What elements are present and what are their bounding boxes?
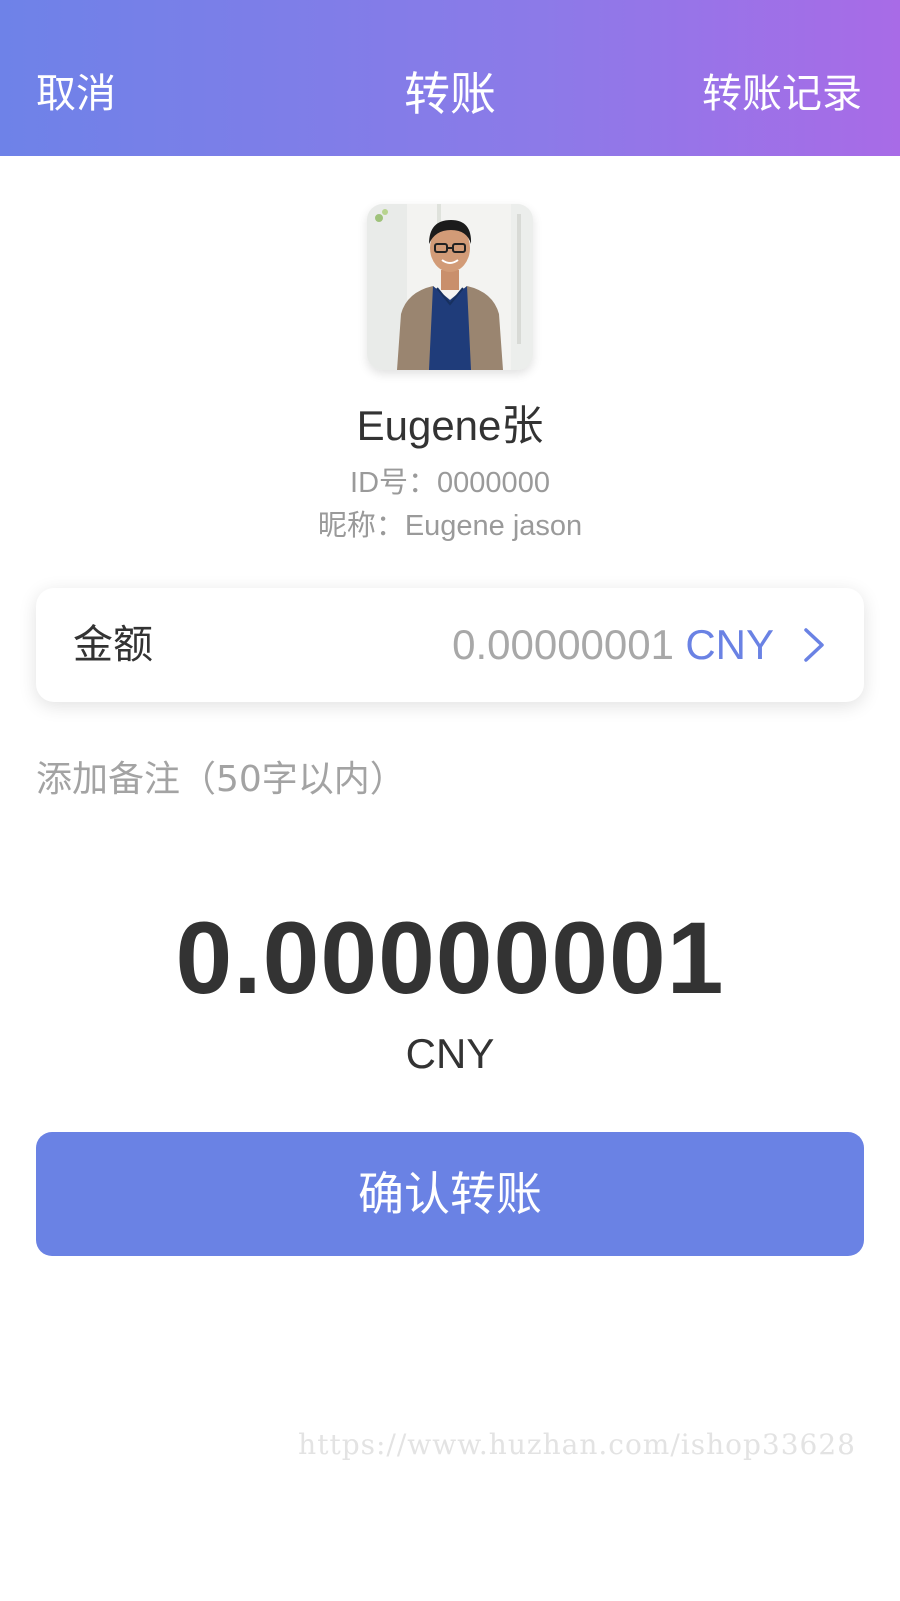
- transfer-currency-display: CNY: [405, 1030, 495, 1077]
- remark-input[interactable]: 添加备注（50字以内）: [36, 750, 406, 802]
- header-bar: 取消 转账 转账记录: [0, 0, 900, 156]
- amount-value: 0.00000001: [452, 621, 674, 668]
- recipient-id: ID号：0000000: [350, 467, 550, 499]
- transfer-history-button[interactable]: 转账记录: [702, 0, 862, 156]
- person-photo: [367, 204, 533, 370]
- recipient-name: Eugene张: [356, 402, 544, 449]
- transfer-screen: 取消 转账 转账记录 Eugene张 ID号：0000000 昵称：Eugene…: [0, 0, 900, 1601]
- transfer-amount-display: 0.00000001: [175, 901, 725, 1015]
- confirm-transfer-button[interactable]: 确认转账: [36, 1132, 864, 1256]
- recipient-nickname: 昵称：Eugene jason: [317, 510, 583, 542]
- amount-selector[interactable]: 金额 0.00000001 CNY: [36, 588, 864, 702]
- currency-label: CNY: [685, 621, 774, 668]
- avatar: [367, 204, 533, 370]
- amount-label: 金额: [73, 622, 153, 668]
- watermark-url: https://www.huzhan.com/ishop33628: [298, 1428, 856, 1461]
- chevron-right-icon: [804, 628, 824, 662]
